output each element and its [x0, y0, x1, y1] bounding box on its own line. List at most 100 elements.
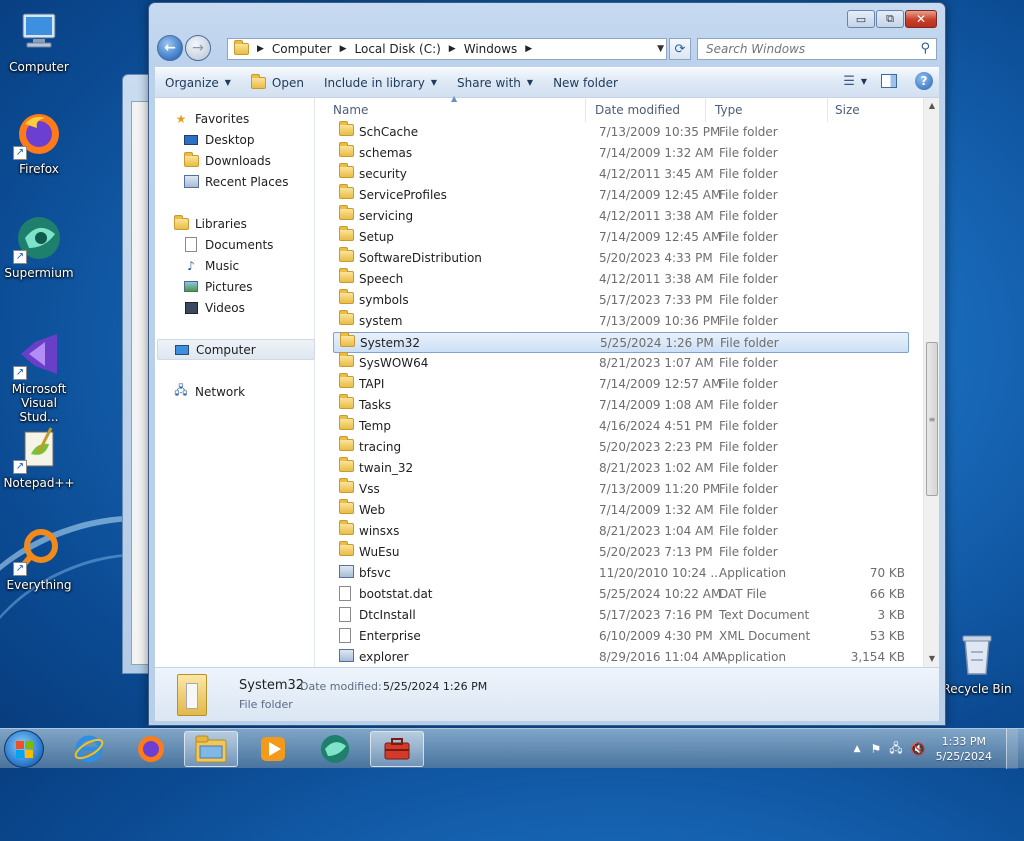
file-row[interactable]: DtcInstall 5/17/2023 7:16 PM Text Document…	[333, 605, 909, 626]
music-icon: ♪	[187, 258, 195, 273]
file-row[interactable]: WuEsu 5/20/2023 7:13 PM File folder	[333, 541, 909, 563]
file-row[interactable]: Enterprise 6/10/2009 4:30 PM XML Document 5…	[333, 626, 909, 647]
chevron-right-icon[interactable]: ▶	[257, 44, 264, 54]
file-row[interactable]: TAPI 7/14/2009 12:57 AM File folder	[333, 373, 909, 395]
desktop-icon-computer[interactable]: Computer	[2, 8, 76, 74]
taskbar-explorer[interactable]	[184, 731, 238, 767]
volume-muted-icon[interactable]: 🔇	[911, 742, 926, 756]
clock[interactable]: 1:33 PM 5/25/2024	[936, 734, 992, 764]
nav-pictures[interactable]: Pictures	[183, 276, 341, 297]
back-button[interactable]: ←	[157, 35, 183, 61]
show-hidden-icons[interactable]: ▲	[854, 744, 861, 754]
column-divider[interactable]	[705, 98, 706, 122]
nav-music[interactable]: ♪ Music	[183, 255, 341, 276]
breadcrumb-local-disk[interactable]: Local Disk (C:)	[355, 42, 441, 56]
file-row[interactable]: Speech 4/12/2011 3:38 AM File folder	[333, 268, 909, 290]
view-options-icon[interactable]: ☰	[843, 74, 855, 89]
nav-favorites[interactable]: ★ Favorites	[173, 108, 331, 129]
minimize-button[interactable]: ▭	[847, 10, 875, 28]
chevron-down-icon[interactable]: ▼	[657, 44, 664, 54]
nav-computer[interactable]: Computer	[157, 339, 315, 360]
desktop-icon-everything[interactable]: ↗ Everything	[2, 526, 76, 592]
file-row[interactable]: bootstat.dat 5/25/2024 10:22 AM DAT File 66…	[333, 584, 909, 605]
file-row[interactable]: SysWOW64 8/21/2023 1:07 AM File folder	[333, 352, 909, 374]
nav-videos[interactable]: Videos	[183, 297, 341, 318]
file-row[interactable]: winsxs 8/21/2023 1:04 AM File folder	[333, 520, 909, 542]
explorer-window: ▭ ⧉ ✕ ← → ▶ Computer ▶ Local Disk (C:) ▶…	[148, 2, 946, 726]
file-row[interactable]: Setup 7/14/2009 12:45 AM File folder	[333, 226, 909, 248]
column-divider[interactable]	[827, 98, 828, 122]
network-tray-icon[interactable]: 🖧	[889, 739, 902, 760]
desktop-icon-visual-studio[interactable]: ↗ Microsoft Visual Stud...	[2, 330, 76, 424]
taskbar-firefox[interactable]	[124, 731, 178, 767]
file-row[interactable]: Temp 4/16/2024 4:51 PM File folder	[333, 415, 909, 437]
taskbar-internet-explorer[interactable]	[62, 731, 116, 767]
file-row[interactable]: system 7/13/2009 10:36 PM File folder	[333, 310, 909, 332]
file-row[interactable]: SchCache 7/13/2009 10:35 PM File folder	[333, 121, 909, 143]
share-with-button[interactable]: Share with ▼	[447, 68, 543, 97]
taskbar-media-player[interactable]	[246, 731, 300, 767]
refresh-button[interactable]: ⟳	[669, 38, 691, 60]
search-box[interactable]: ⚲	[697, 38, 937, 60]
folder-icon	[339, 373, 354, 391]
desktop-icon-notepadpp[interactable]: ↗ Notepad++	[2, 424, 76, 490]
search-input[interactable]	[704, 41, 904, 57]
preview-pane-icon[interactable]	[881, 74, 897, 88]
file-row[interactable]: Web 7/14/2009 1:32 AM File folder	[333, 499, 909, 521]
action-center-flag-icon[interactable]: ⚑	[870, 742, 881, 756]
file-row[interactable]: System32 5/25/2024 1:26 PM File folder	[333, 332, 909, 353]
file-row[interactable]: ServiceProfiles 7/14/2009 12:45 AM File fo…	[333, 184, 909, 206]
include-in-library-button[interactable]: Include in library ▼	[314, 68, 447, 97]
file-row[interactable]: twain_32 8/21/2023 1:02 AM File folder	[333, 457, 909, 479]
taskbar-supermium[interactable]	[308, 731, 362, 767]
new-folder-button[interactable]: New folder	[543, 68, 628, 97]
nav-recent-places[interactable]: Recent Places	[183, 171, 341, 192]
nav-libraries[interactable]: Libraries	[173, 213, 331, 234]
forward-button[interactable]: →	[185, 35, 211, 61]
file-row[interactable]: tracing 5/20/2023 2:23 PM File folder	[333, 436, 909, 458]
nav-downloads[interactable]: Downloads	[183, 150, 341, 171]
vertical-scrollbar[interactable]: ▲ ≡ ▼	[923, 98, 939, 667]
file-row[interactable]: bfsvc 11/20/2010 10:24 ... Application 70 K…	[333, 563, 909, 584]
column-type[interactable]: Type	[715, 103, 743, 117]
chevron-down-icon[interactable]: ▼	[861, 77, 867, 86]
desktop-icon-supermium[interactable]: ↗ Supermium	[2, 214, 76, 280]
file-row[interactable]: servicing 4/12/2011 3:38 AM File folder	[333, 205, 909, 227]
chevron-right-icon[interactable]: ▶	[449, 44, 456, 54]
search-icon[interactable]: ⚲	[920, 41, 930, 56]
breadcrumb-computer[interactable]: Computer	[272, 42, 332, 56]
file-row[interactable]: symbols 5/17/2023 7:33 PM File folder	[333, 289, 909, 311]
nav-network[interactable]: 🖧 Network	[173, 381, 331, 402]
file-row[interactable]: SoftwareDistribution 5/20/2023 4:33 PM Fil…	[333, 247, 909, 269]
scroll-up-icon[interactable]: ▲	[924, 98, 940, 114]
nav-desktop[interactable]: Desktop	[183, 129, 341, 150]
file-row[interactable]: explorer 8/29/2016 11:04 AM Application 3,1…	[333, 647, 909, 668]
column-size[interactable]: Size	[835, 103, 860, 117]
file-name: ServiceProfiles	[359, 188, 447, 202]
scroll-down-icon[interactable]: ▼	[924, 651, 940, 667]
nav-documents[interactable]: Documents	[183, 234, 341, 255]
desktop-icon-firefox[interactable]: ↗ Firefox	[2, 110, 76, 176]
address-bar[interactable]: ▶ Computer ▶ Local Disk (C:) ▶ Windows ▶…	[227, 38, 667, 60]
column-name[interactable]: Name	[333, 103, 368, 117]
scroll-thumb[interactable]: ≡	[926, 342, 938, 496]
column-date-modified[interactable]: Date modified	[595, 103, 680, 117]
open-button[interactable]: Open	[241, 68, 314, 97]
file-row[interactable]: security 4/12/2011 3:45 AM File folder	[333, 163, 909, 185]
chevron-right-icon[interactable]: ▶	[340, 44, 347, 54]
start-button[interactable]	[4, 730, 44, 768]
desktop-icon-recycle-bin[interactable]: Recycle Bin	[940, 630, 1014, 696]
breadcrumb-windows[interactable]: Windows	[464, 42, 518, 56]
libraries-icon	[173, 214, 189, 231]
show-desktop-button[interactable]	[1006, 729, 1018, 769]
file-row[interactable]: schemas 7/14/2009 1:32 AM File folder	[333, 142, 909, 164]
file-row[interactable]: Vss 7/13/2009 11:20 PM File folder	[333, 478, 909, 500]
help-icon[interactable]: ?	[915, 72, 933, 90]
chevron-right-icon[interactable]: ▶	[525, 44, 532, 54]
organize-button[interactable]: Organize ▼	[155, 68, 241, 97]
column-divider[interactable]	[585, 98, 586, 122]
file-row[interactable]: Tasks 7/14/2009 1:08 AM File folder	[333, 394, 909, 416]
maximize-button[interactable]: ⧉	[876, 10, 904, 28]
taskbar-toolbox[interactable]	[370, 731, 424, 767]
close-button[interactable]: ✕	[905, 10, 937, 28]
